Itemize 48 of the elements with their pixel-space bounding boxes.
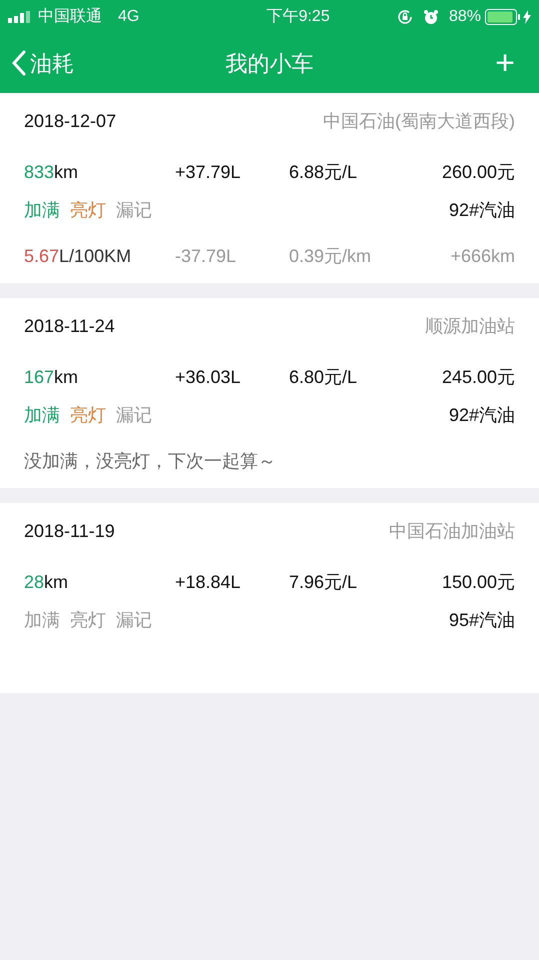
distance: 833km [24, 161, 80, 184]
status-tag: 加满 [24, 196, 60, 224]
rotation-lock-icon [396, 8, 413, 24]
amount: 245.00元 [442, 366, 515, 389]
distance: 167km [24, 366, 80, 389]
fuel-grade: 92#汽油 [448, 198, 515, 222]
amount: 260.00元 [442, 161, 515, 184]
station-name: 中国石油(蜀南大道西段) [323, 110, 515, 133]
fuel-volume: +37.79L [175, 161, 242, 184]
cost-per-km: 0.39元/km [289, 245, 372, 268]
record-card[interactable]: 2018-11-24 顺源加油站 167km +36.03L 6.80元/L 245.00元 加满 亮灯 漏记 92#汽油 没加满，没亮灯，下次一起算～ [0, 298, 539, 488]
amount: 150.00元 [442, 571, 515, 594]
status-tag: 加满 [24, 402, 60, 428]
page-title: 我的小车 [226, 50, 314, 78]
fuel-grade: 92#汽油 [448, 404, 515, 426]
station-name: 中国石油加油站 [389, 520, 515, 542]
status-tag: 漏记 [116, 196, 152, 224]
status-tag: 加满 [24, 606, 60, 634]
date: 2018-12-07 [24, 110, 116, 132]
clock: 下午9:25 [266, 6, 330, 26]
charging-icon [522, 10, 531, 24]
alarm-icon [422, 8, 439, 24]
record-card[interactable]: 2018-12-07 中国石油(蜀南大道西段) 833km +37.79L 6.88元/L 260.00元 加满 亮灯 漏记 92#汽油 5.67L/100KM -37.79L 0.39元/km +666km [0, 93, 539, 283]
unit-price: 6.88元/L [289, 161, 358, 184]
status-tag: 漏记 [116, 402, 152, 428]
date: 2018-11-19 [24, 520, 115, 542]
record-card[interactable]: 2018-11-19 中国石油加油站 28km +18.84L 7.96元/L 150.00元 加满 亮灯 漏记 95#汽油 [0, 503, 539, 693]
network-type: 4G [118, 6, 140, 26]
distance: 28km [24, 571, 70, 594]
fuel-grade: 95#汽油 [448, 608, 515, 632]
fuel-volume: +18.84L [175, 571, 242, 594]
note: 没加满，没亮灯，下次一起算～ [24, 450, 277, 473]
carrier: 中国联通 [38, 6, 102, 26]
status-tag: 亮灯 [70, 402, 106, 428]
distance-delta: +666km [450, 245, 515, 268]
status-tag: 亮灯 [70, 606, 106, 634]
battery-icon [484, 8, 521, 24]
battery-percent: 88% [448, 6, 481, 26]
unit-price: 6.80元/L [289, 366, 358, 389]
fuel-used: -37.79L [175, 245, 238, 268]
fuel-volume: +36.03L [175, 366, 242, 389]
status-tag: 漏记 [116, 606, 152, 634]
unit-price: 7.96元/L [289, 571, 358, 594]
date: 2018-11-24 [24, 314, 115, 338]
back-chevron-icon [12, 50, 26, 76]
fuel-consumption: 5.67L/100KM [24, 245, 132, 268]
station-name: 顺源加油站 [425, 314, 515, 338]
status-tag: 亮灯 [70, 196, 106, 224]
